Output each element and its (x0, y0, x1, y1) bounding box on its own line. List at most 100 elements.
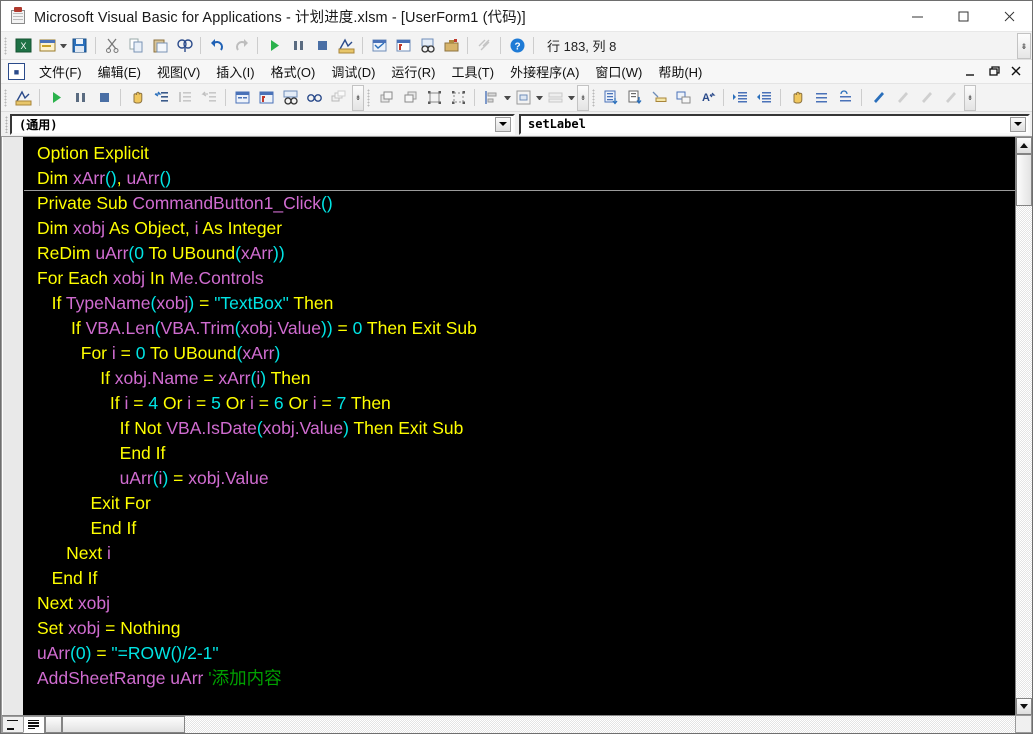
complete-word-icon[interactable]: A (695, 86, 719, 110)
list-constants-icon[interactable] (623, 86, 647, 110)
quick-watch-icon[interactable] (302, 86, 326, 110)
code-line[interactable]: Next xobj (24, 591, 1015, 616)
vertical-scroll-track[interactable] (1016, 206, 1032, 698)
size-dropdown-caret-icon[interactable] (568, 96, 575, 100)
mdi-minimize-button[interactable] (962, 63, 979, 80)
size-icon[interactable] (543, 86, 567, 110)
undo-icon[interactable] (205, 34, 229, 58)
code-editor[interactable]: Option ExplicitDim xArr(), uArr()Private… (24, 137, 1015, 715)
align-icon[interactable] (479, 86, 503, 110)
menu-item-tools[interactable]: 工具(T) (443, 60, 502, 83)
code-line[interactable]: Next i (24, 541, 1015, 566)
toggle-breakpoint-icon[interactable] (785, 86, 809, 110)
hand-icon[interactable] (125, 86, 149, 110)
ruler-icon[interactable] (472, 34, 496, 58)
outdent-icon[interactable] (752, 86, 776, 110)
help-icon[interactable]: ? (505, 34, 529, 58)
code-line[interactable]: If xobj.Name = xArr(i) Then (24, 366, 1015, 391)
indent-icon[interactable] (728, 86, 752, 110)
menu-item-view[interactable]: 视图(V) (149, 60, 208, 83)
bring-to-front-icon[interactable] (374, 86, 398, 110)
code-line[interactable]: For i = 0 To UBound(xArr) (24, 341, 1015, 366)
comment-block-icon[interactable] (809, 86, 833, 110)
minimize-button[interactable] (894, 1, 940, 32)
scroll-left-icon[interactable] (45, 716, 62, 733)
list-properties-icon[interactable] (599, 86, 623, 110)
previous-bookmark-icon[interactable] (914, 86, 938, 110)
find-icon[interactable] (172, 34, 196, 58)
margin-indicator-bar[interactable] (2, 137, 24, 715)
edit-toolbar-grip[interactable] (4, 89, 7, 107)
toolbox-icon[interactable] (439, 34, 463, 58)
stop-icon[interactable] (310, 34, 334, 58)
watch-window-icon[interactable] (278, 86, 302, 110)
quick-info-icon[interactable] (647, 86, 671, 110)
paste-icon[interactable] (148, 34, 172, 58)
save-icon[interactable] (67, 34, 91, 58)
menu-item-help[interactable]: 帮助(H) (650, 60, 710, 83)
run-icon[interactable] (44, 86, 68, 110)
pause-icon[interactable] (286, 34, 310, 58)
code-line[interactable]: Dim xArr(), uArr() (24, 166, 1015, 191)
code-line[interactable]: End If (24, 516, 1015, 541)
mdi-close-button[interactable] (1008, 63, 1025, 80)
parameter-info-icon[interactable] (671, 86, 695, 110)
project-explorer-icon[interactable] (367, 34, 391, 58)
menu-item-format[interactable]: 格式(O) (263, 60, 324, 83)
design-mode-icon[interactable] (11, 86, 35, 110)
vertical-scrollbar[interactable] (1015, 137, 1032, 715)
toggle-bookmark-icon[interactable] (866, 86, 890, 110)
menu-item-debug[interactable]: 调试(D) (323, 60, 383, 83)
edit-code-toolbar-grip[interactable] (592, 89, 595, 107)
close-button[interactable] (986, 1, 1032, 32)
code-line[interactable]: Option Explicit (24, 141, 1015, 166)
code-line[interactable]: End If (24, 566, 1015, 591)
center-dropdown-caret-icon[interactable] (536, 96, 543, 100)
pause-icon[interactable] (68, 86, 92, 110)
insert-dropdown-caret-icon[interactable] (60, 44, 67, 48)
chevron-down-icon[interactable] (495, 117, 511, 132)
menu-item-edit[interactable]: 编辑(E) (90, 60, 149, 83)
center-icon[interactable] (511, 86, 535, 110)
step-over-icon[interactable] (173, 86, 197, 110)
properties-window-icon[interactable] (391, 34, 415, 58)
code-line[interactable]: uArr(0) = "=ROW()/2-1" (24, 641, 1015, 666)
step-out-icon[interactable] (197, 86, 221, 110)
code-line[interactable]: If Not VBA.IsDate(xobj.Value) Then Exit … (24, 416, 1015, 441)
immediate-window-icon[interactable] (254, 86, 278, 110)
code-line[interactable]: Dim xobj As Object, i As Integer (24, 216, 1015, 241)
userform-toolbar-overflow-button[interactable]: ⇟ (577, 85, 589, 111)
code-line[interactable]: If TypeName(xobj) = "TextBox" Then (24, 291, 1015, 316)
step-into-icon[interactable] (149, 86, 173, 110)
insert-userform-icon[interactable] (35, 34, 59, 58)
next-bookmark-icon[interactable] (890, 86, 914, 110)
cut-icon[interactable] (100, 34, 124, 58)
clear-bookmarks-icon[interactable] (938, 86, 962, 110)
userform-toolbar-grip[interactable] (367, 89, 370, 107)
redo-icon[interactable] (229, 34, 253, 58)
code-line[interactable]: If VBA.Len(VBA.Trim(xobj.Value)) = 0 The… (24, 316, 1015, 341)
full-module-view-button[interactable] (23, 716, 44, 733)
send-to-back-icon[interactable] (398, 86, 422, 110)
code-line[interactable]: ReDim uArr(0 To UBound(xArr)) (24, 241, 1015, 266)
toolbar-grip[interactable] (4, 37, 7, 55)
chevron-down-icon[interactable] (1010, 117, 1026, 132)
edit-code-toolbar-overflow-button[interactable]: ⇟ (964, 85, 976, 111)
align-dropdown-caret-icon[interactable] (504, 96, 511, 100)
toolbar-overflow-button[interactable]: ⇟ (1017, 33, 1031, 59)
scroll-up-icon[interactable] (1016, 137, 1032, 154)
menu-item-window[interactable]: 窗口(W) (587, 60, 650, 83)
mdi-restore-button[interactable] (985, 63, 1002, 80)
run-icon[interactable] (262, 34, 286, 58)
procedure-view-button[interactable] (2, 716, 23, 733)
code-line[interactable]: If i = 4 Or i = 5 Or i = 6 Or i = 7 Then (24, 391, 1015, 416)
edit-toolbar-overflow-button[interactable]: ⇟ (352, 85, 364, 111)
locals-window-icon[interactable] (230, 86, 254, 110)
procedure-combo[interactable]: setLabel (519, 114, 1030, 135)
code-line[interactable]: Exit For (24, 491, 1015, 516)
scroll-down-icon[interactable] (1016, 698, 1032, 715)
code-line[interactable]: Set xobj = Nothing (24, 616, 1015, 641)
design-mode-icon[interactable] (334, 34, 358, 58)
uncomment-block-icon[interactable] (833, 86, 857, 110)
maximize-button[interactable] (940, 1, 986, 32)
